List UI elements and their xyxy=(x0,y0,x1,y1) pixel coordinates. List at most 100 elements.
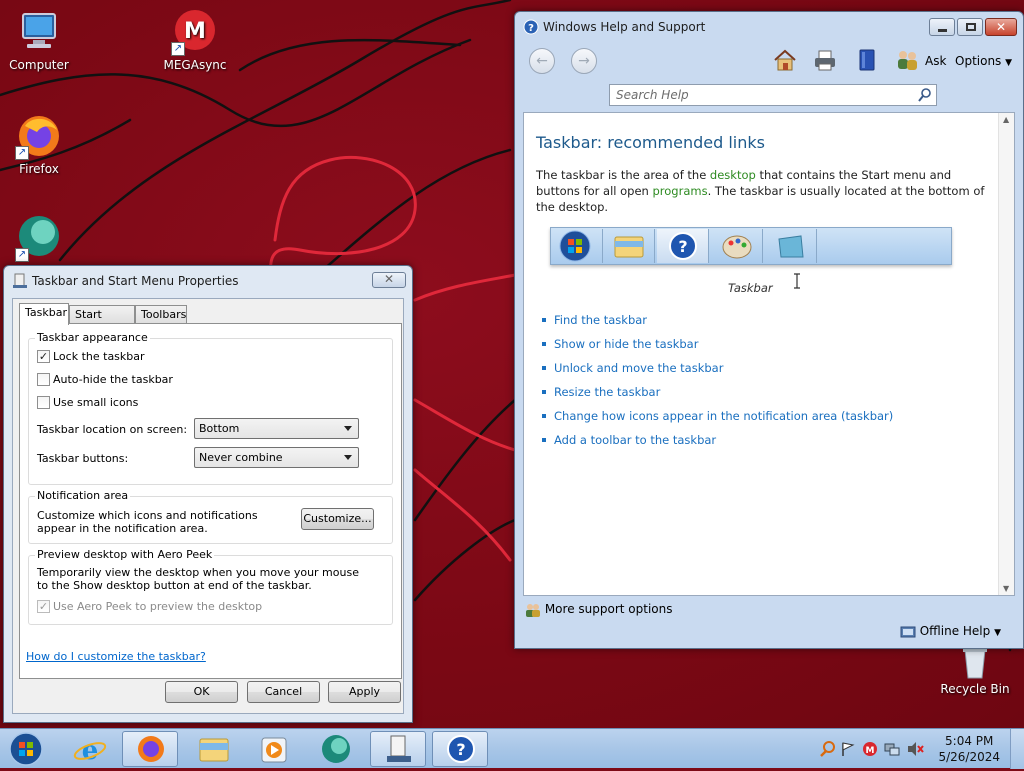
list-item[interactable]: Show or hide the taskbar xyxy=(542,337,893,361)
browse-help-icon[interactable] xyxy=(853,46,881,74)
auto-hide-checkbox[interactable]: Auto-hide the taskbar xyxy=(37,373,173,386)
link-text[interactable]: Add a toolbar to the taskbar xyxy=(554,433,716,447)
link-text[interactable]: Change how icons appear in the notificat… xyxy=(554,409,893,423)
small-icons-checkbox[interactable]: Use small icons xyxy=(37,396,138,409)
checkbox-label: Use Aero Peek to preview the desktop xyxy=(53,600,263,613)
taskbar: e ? M 5:04 PM 5/26/2024 xyxy=(0,728,1024,769)
buttons-select[interactable]: Never combine xyxy=(194,447,359,468)
list-item[interactable]: Resize the taskbar xyxy=(542,385,893,409)
tab-toolbars[interactable]: Toolbars xyxy=(135,305,187,324)
vertical-scrollbar[interactable]: ▲ ▼ xyxy=(998,113,1014,595)
system-clock[interactable]: 5:04 PM 5/26/2024 xyxy=(938,733,1000,765)
desktop-icon-label: MEGAsync xyxy=(163,58,227,72)
scroll-up-icon[interactable]: ▲ xyxy=(1003,115,1009,124)
offline-help-button[interactable]: Offline Help ▼ xyxy=(900,624,1001,639)
volume-muted-icon[interactable] xyxy=(906,741,924,757)
back-button[interactable]: ← xyxy=(529,48,555,74)
close-button[interactable]: ✕ xyxy=(372,272,406,288)
folder-icon xyxy=(614,236,644,258)
minimize-button[interactable] xyxy=(929,18,955,36)
paint-slot xyxy=(711,229,763,263)
taskbar-firefox-button[interactable] xyxy=(122,731,178,767)
search-tray-icon[interactable] xyxy=(820,741,836,757)
customize-help-link[interactable]: How do I customize the taskbar? xyxy=(26,650,206,663)
forward-button[interactable]: → xyxy=(571,48,597,74)
link-text[interactable]: Unlock and move the taskbar xyxy=(554,361,723,375)
list-item[interactable]: Find the taskbar xyxy=(542,313,893,337)
search-help-input[interactable]: Search Help xyxy=(609,84,937,106)
aero-peek-text: Temporarily view the desktop when you mo… xyxy=(37,566,359,592)
help-and-support-window[interactable]: ? Windows Help and Support ✕ ← → Ask Opt… xyxy=(514,11,1024,649)
chevron-down-icon xyxy=(344,426,352,431)
location-select[interactable]: Bottom xyxy=(194,418,359,439)
maximize-icon xyxy=(966,23,976,31)
ie-icon: e xyxy=(73,736,107,766)
ok-button[interactable]: OK xyxy=(165,681,238,703)
home-icon[interactable] xyxy=(771,46,799,74)
help-icon: ? xyxy=(447,735,475,763)
print-icon[interactable] xyxy=(811,46,839,74)
action-center-flag-icon[interactable] xyxy=(840,741,856,757)
link-text[interactable]: Resize the taskbar xyxy=(554,385,660,399)
search-placeholder: Search Help xyxy=(616,88,689,102)
shortcut-arrow-icon: ↗ xyxy=(15,146,29,160)
lock-taskbar-checkbox[interactable]: ✓ Lock the taskbar xyxy=(37,350,145,363)
apply-button[interactable]: Apply xyxy=(328,681,401,703)
taskbar-properties-button[interactable] xyxy=(370,731,426,767)
list-item[interactable]: Change how icons appear in the notificat… xyxy=(542,409,893,433)
ask-button[interactable]: Ask xyxy=(925,54,946,68)
bullet-icon xyxy=(542,366,546,370)
arrow-left-icon: ← xyxy=(536,53,548,69)
more-support-button[interactable]: More support options xyxy=(525,602,672,617)
firefox-icon xyxy=(138,736,164,762)
start-button[interactable] xyxy=(4,730,44,768)
list-item[interactable]: Unlock and move the taskbar xyxy=(542,361,893,385)
aero-peek-checkbox[interactable]: ✓ Use Aero Peek to preview the desktop xyxy=(37,600,262,613)
ask-icon[interactable] xyxy=(893,46,921,74)
properties-body: Taskbar Start Menu Toolbars Taskbar appe… xyxy=(12,298,404,714)
taskbar-ie-button[interactable]: e xyxy=(62,731,118,767)
search-icon[interactable] xyxy=(918,88,932,102)
desktop-icon-computer[interactable]: Computer xyxy=(0,8,84,72)
help-content: Taskbar: recommended links The taskbar i… xyxy=(523,112,1015,596)
customize-button[interactable]: Customize... xyxy=(301,508,374,530)
cancel-button[interactable]: Cancel xyxy=(247,681,320,703)
taskbar-media-player-button[interactable] xyxy=(246,731,302,767)
desktop-icon-recycle-bin[interactable]: Recycle Bin xyxy=(930,646,1020,696)
options-button[interactable]: Options ▼ xyxy=(955,54,1012,68)
maximize-button[interactable] xyxy=(957,18,983,36)
scroll-down-icon[interactable]: ▼ xyxy=(1003,584,1009,593)
close-button[interactable]: ✕ xyxy=(985,18,1017,36)
desktop-icon-app[interactable]: ↗ xyxy=(0,214,84,264)
programs-link[interactable]: programs xyxy=(653,184,708,198)
desktop-link[interactable]: desktop xyxy=(710,168,756,182)
offline-help-label: Offline Help xyxy=(919,624,991,638)
link-text[interactable]: Find the taskbar xyxy=(554,313,647,327)
show-desktop-button[interactable] xyxy=(1010,729,1024,769)
taskbar-help-button[interactable]: ? xyxy=(432,731,488,767)
group-title: Taskbar appearance xyxy=(35,331,150,344)
taskbar-explorer-button[interactable] xyxy=(186,731,242,767)
offline-help-icon xyxy=(900,626,916,637)
checkbox-box[interactable] xyxy=(37,373,50,386)
checkbox-box[interactable]: ✓ xyxy=(37,350,50,363)
tab-taskbar[interactable]: Taskbar xyxy=(19,303,69,325)
taskbar-illustration: ? xyxy=(550,227,952,265)
taskbar-properties-icon xyxy=(13,273,27,288)
desktop-icon-firefox[interactable]: ↗ Firefox xyxy=(0,112,84,176)
desktop-icon-megasync[interactable]: M ↗ MEGAsync xyxy=(150,8,240,72)
network-icon[interactable] xyxy=(884,741,900,757)
link-text[interactable]: Show or hide the taskbar xyxy=(554,337,698,351)
help-toolbar: ← → Ask Options ▼ Search Help xyxy=(519,42,1019,114)
bullet-icon xyxy=(542,318,546,322)
taskbar-properties-window[interactable]: Taskbar and Start Menu Properties ✕ Task… xyxy=(3,265,413,723)
checkbox-box[interactable]: ✓ xyxy=(37,600,50,613)
checkbox-box[interactable] xyxy=(37,396,50,409)
help-titlebar[interactable]: ? Windows Help and Support ✕ xyxy=(515,12,1023,42)
tab-start-menu[interactable]: Start Menu xyxy=(69,305,135,334)
properties-titlebar[interactable]: Taskbar and Start Menu Properties ✕ xyxy=(4,266,412,296)
window-slot xyxy=(765,229,817,263)
megasync-tray-icon[interactable]: M xyxy=(862,741,878,757)
list-item[interactable]: Add a toolbar to the taskbar xyxy=(542,433,893,457)
taskbar-app-button[interactable] xyxy=(308,731,364,767)
